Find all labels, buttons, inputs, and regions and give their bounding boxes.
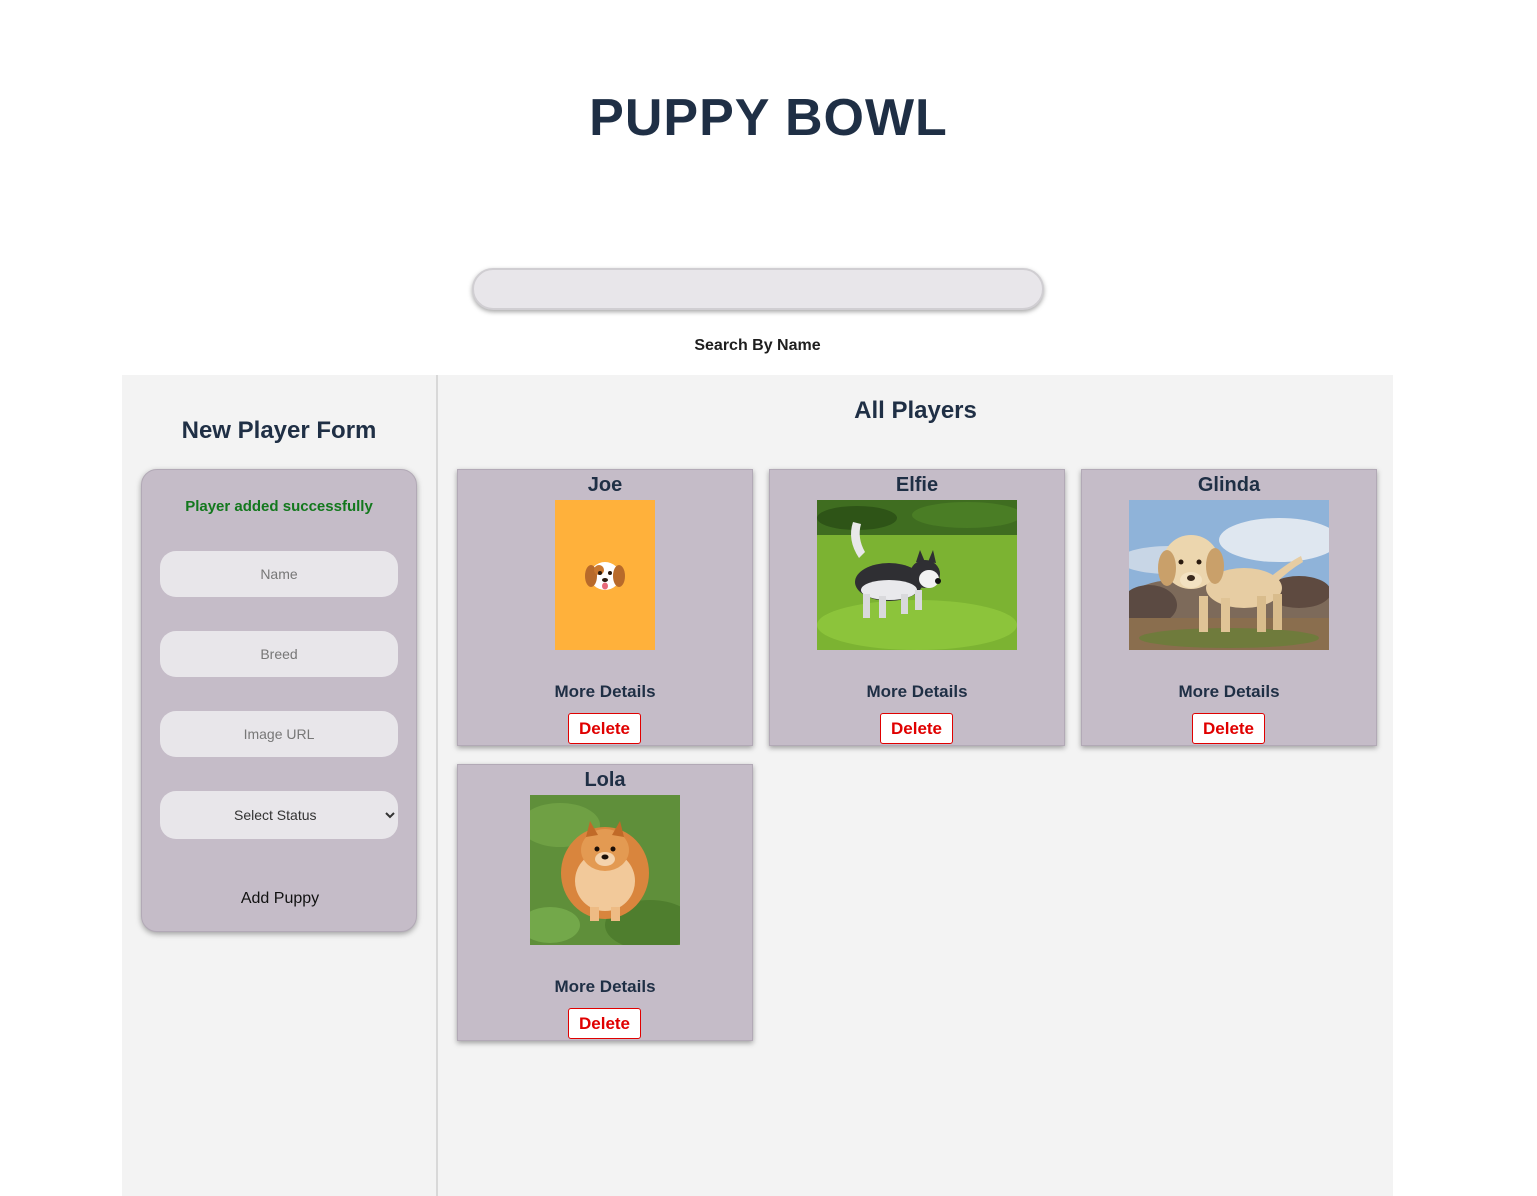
player-card: Lola More Details Delete	[457, 764, 753, 1041]
new-player-form: Player added successfully Select Status …	[141, 469, 417, 932]
column-divider	[436, 375, 438, 1196]
delete-button[interactable]: Delete	[880, 713, 953, 744]
breed-input[interactable]	[160, 631, 398, 677]
name-input[interactable]	[160, 551, 398, 597]
success-message: Player added successfully	[185, 498, 373, 515]
delete-button[interactable]: Delete	[1192, 713, 1265, 744]
player-card: Glinda More Details Delete	[1081, 469, 1377, 746]
status-select[interactable]: Select Status	[160, 791, 398, 839]
pomeranian-photo	[530, 795, 680, 945]
main-area: New Player Form Player added successfull…	[122, 375, 1393, 1196]
player-card: Elfie More Details Delete	[769, 469, 1065, 746]
form-title: New Player Form	[181, 417, 377, 444]
more-details-link[interactable]: More Details	[458, 682, 752, 702]
husky-puppy-photo	[817, 500, 1017, 650]
delete-button[interactable]: Delete	[568, 713, 641, 744]
player-name: Joe	[587, 474, 623, 496]
more-details-link[interactable]: More Details	[770, 682, 1064, 702]
delete-button[interactable]: Delete	[568, 1008, 641, 1039]
add-puppy-button[interactable]: Add Puppy	[210, 884, 350, 914]
page-title: PUPPY BOWL	[589, 89, 948, 147]
more-details-link[interactable]: More Details	[458, 977, 752, 997]
player-name: Glinda	[1197, 474, 1261, 496]
labrador-puppy-photo	[1129, 500, 1329, 650]
players-title: All Players	[854, 397, 977, 424]
image-url-input[interactable]	[160, 711, 398, 757]
more-details-link[interactable]: More Details	[1082, 682, 1376, 702]
player-name: Lola	[584, 769, 626, 791]
dog-face-icon	[555, 500, 655, 650]
search-label: Search By Name	[694, 337, 821, 354]
player-card: Joe More Details Delete	[457, 469, 753, 746]
search-input[interactable]	[472, 268, 1044, 310]
player-name: Elfie	[895, 474, 939, 496]
